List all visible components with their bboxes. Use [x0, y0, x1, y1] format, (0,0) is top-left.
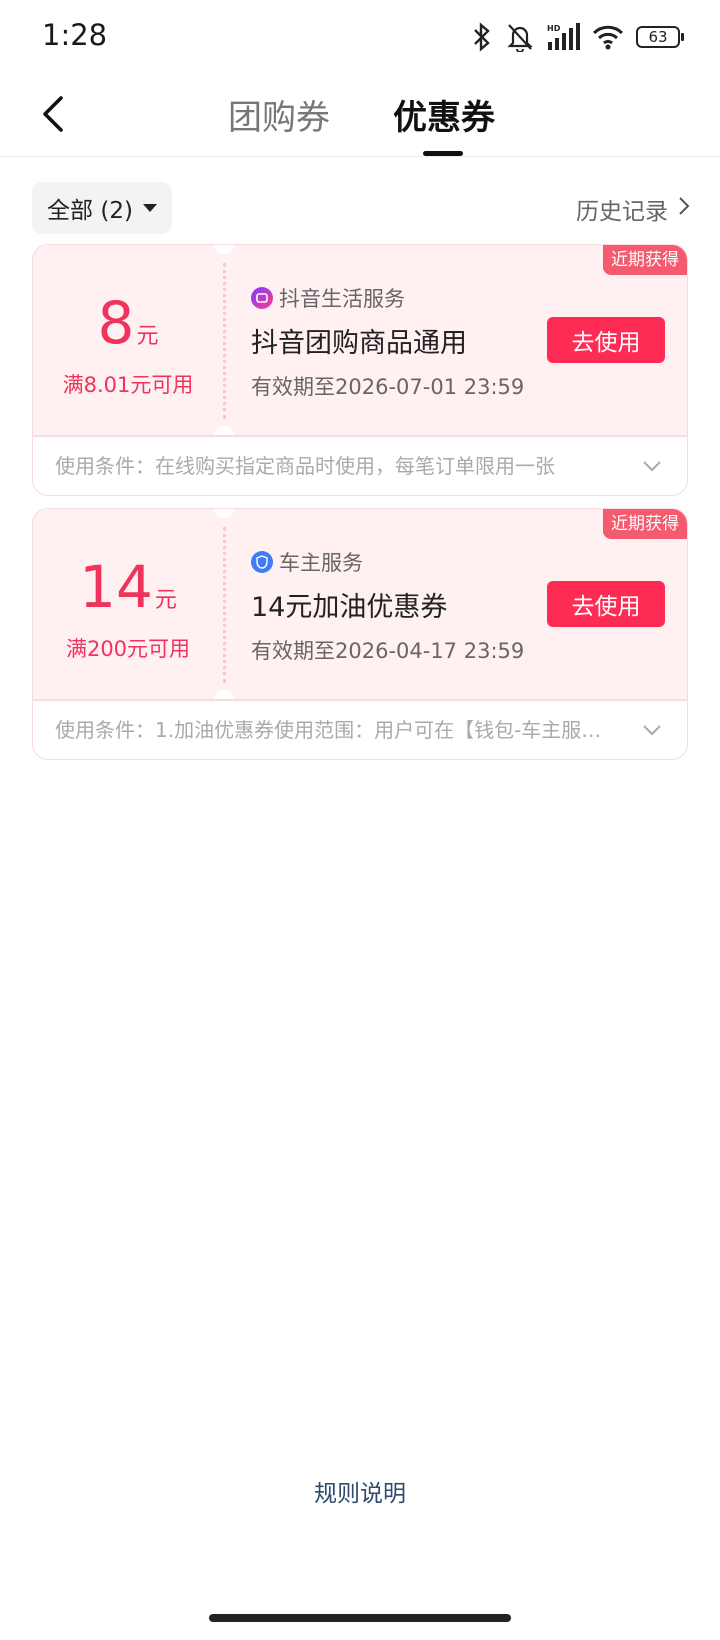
use-coupon-button[interactable]: 去使用	[547, 581, 665, 627]
coupon-provider: 车主服务	[251, 547, 363, 577]
provider-name: 车主服务	[279, 551, 363, 575]
history-label: 历史记录	[576, 199, 668, 225]
recent-badge: 近期获得	[603, 245, 687, 275]
coupon-amount-value: 8	[97, 289, 135, 357]
coupon-perforation	[223, 263, 226, 419]
provider-name: 抖音生活服务	[279, 287, 405, 311]
rules-link[interactable]: 规则说明	[0, 1474, 720, 1508]
coupon-card: 14元 满200元可用 车主服务 14元加油优惠券 有效期至2026-04-17…	[32, 508, 688, 760]
coupon-perforation	[223, 527, 226, 683]
coupon-stub: 14元 满200元可用	[33, 509, 223, 699]
active-tab-indicator	[423, 151, 463, 156]
filter-dropdown[interactable]: 全部 (2)	[32, 182, 172, 234]
caret-down-icon	[142, 204, 157, 212]
mute-bell-icon	[506, 22, 534, 52]
recent-badge: 近期获得	[603, 509, 687, 539]
coupon-threshold: 满200元可用	[65, 637, 191, 661]
status-icons: HD 63	[470, 22, 684, 52]
coupon-amount-unit: 元	[136, 324, 159, 349]
svg-text:HD: HD	[547, 24, 561, 33]
signal-icon: HD	[546, 22, 580, 52]
history-link[interactable]: 历史记录	[576, 192, 690, 226]
status-bar: 1:28 HD 63	[0, 0, 720, 76]
tab-coupons[interactable]: 优惠券	[393, 90, 495, 139]
douyin-life-logo-icon	[251, 287, 273, 309]
back-button[interactable]	[28, 90, 80, 142]
header: 团购券 优惠券	[0, 76, 720, 157]
coupon-card: 8元 满8.01元可用 抖音生活服务 抖音团购商品通用 有效期至2026-07-…	[32, 244, 688, 496]
bluetooth-icon	[470, 22, 494, 52]
chevron-down-icon	[639, 725, 665, 747]
expand-conditions-button[interactable]	[639, 717, 665, 743]
coupon-provider: 抖音生活服务	[251, 283, 405, 313]
wifi-icon	[592, 23, 624, 51]
use-coupon-button[interactable]: 去使用	[547, 317, 665, 363]
chevron-right-icon	[678, 196, 690, 222]
coupon-conditions: 使用条件：1.加油优惠券使用范围：用户可在【钱包-车主服…	[55, 718, 602, 742]
tab-group-buy-coupons[interactable]: 团购券	[228, 90, 330, 139]
coupon-amount-value: 14	[79, 553, 153, 621]
coupon-title: 14元加油优惠券	[251, 592, 448, 623]
status-time: 1:28	[42, 18, 108, 52]
coupon-amount: 14元	[33, 555, 223, 619]
coupon-amount-unit: 元	[154, 588, 177, 613]
coupon-amount: 8元	[33, 291, 223, 355]
coupon-stub: 8元 满8.01元可用	[33, 245, 223, 435]
home-indicator[interactable]	[209, 1614, 511, 1622]
coupon-threshold: 满8.01元可用	[62, 373, 194, 397]
chevron-down-icon	[639, 461, 665, 483]
back-arrow-icon	[39, 94, 69, 138]
coupon-validity: 有效期至2026-07-01 23:59	[251, 375, 525, 399]
battery-icon: 63	[636, 26, 684, 48]
coupon-title: 抖音团购商品通用	[251, 328, 467, 359]
car-owner-shield-icon	[251, 551, 273, 573]
coupon-conditions: 使用条件：在线购买指定商品时使用，每笔订单限用一张	[55, 454, 555, 478]
coupon-validity: 有效期至2026-04-17 23:59	[251, 639, 525, 663]
expand-conditions-button[interactable]	[639, 453, 665, 479]
filter-label: 全部 (2)	[47, 198, 133, 224]
